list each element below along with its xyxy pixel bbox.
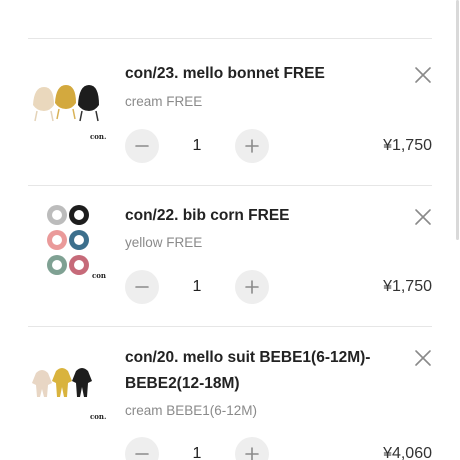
plus-icon: [245, 280, 259, 294]
divider: [28, 326, 432, 327]
item-variant: cream BEBE1(6-12M): [125, 403, 258, 418]
quantity-value: 1: [192, 278, 202, 295]
item-price: ¥1,750: [383, 278, 432, 295]
product-thumbnail[interactable]: con.: [28, 81, 106, 163]
quantity-stepper: 1: [125, 129, 271, 163]
decrease-quantity-button[interactable]: [125, 129, 159, 163]
close-icon: [415, 67, 431, 83]
product-thumbnail[interactable]: con.: [28, 355, 106, 437]
increase-quantity-button[interactable]: [235, 437, 269, 460]
item-title[interactable]: con/23. mello bonnet FREE: [125, 61, 395, 87]
minus-icon: [135, 453, 149, 455]
product-thumbnail[interactable]: con.: [28, 202, 106, 284]
remove-item-button[interactable]: [413, 65, 433, 85]
brand-mark: con.: [92, 271, 106, 280]
quantity-stepper: 1: [125, 437, 271, 460]
suit-cream: [32, 370, 52, 397]
item-title[interactable]: con/20. mello suit BEBE1(6-12M)-BEBE2(12…: [125, 345, 395, 397]
remove-item-button[interactable]: [413, 207, 433, 227]
item-variant: cream FREE: [125, 94, 203, 109]
bonnet-black: [78, 85, 99, 122]
suit-yellow: [52, 368, 72, 397]
cart-page: con. con/23. mello bonnet FREE cream FRE…: [0, 0, 460, 460]
increase-quantity-button[interactable]: [235, 270, 269, 304]
bib-grid: [47, 205, 89, 275]
item-title[interactable]: con/22. bib corn FREE: [125, 203, 395, 229]
bonnet-cream: [33, 87, 54, 122]
item-price: ¥4,060: [383, 445, 432, 460]
close-icon: [415, 350, 431, 366]
bonnet-yellow: [55, 85, 76, 120]
quantity-value: 1: [192, 137, 202, 154]
divider: [28, 38, 432, 39]
minus-icon: [135, 286, 149, 288]
remove-item-button[interactable]: [413, 348, 433, 368]
quantity-value: 1: [192, 445, 202, 460]
plus-icon: [245, 447, 259, 460]
plus-icon: [245, 139, 259, 153]
suit-black: [72, 368, 92, 397]
decrease-quantity-button[interactable]: [125, 437, 159, 460]
brand-mark: con.: [90, 132, 106, 141]
scrollbar[interactable]: [456, 0, 459, 240]
minus-icon: [135, 145, 149, 147]
brand-mark: con.: [90, 412, 106, 421]
quantity-stepper: 1: [125, 270, 271, 304]
item-price: ¥1,750: [383, 137, 432, 154]
divider: [28, 185, 432, 186]
item-variant: yellow FREE: [125, 235, 203, 250]
increase-quantity-button[interactable]: [235, 129, 269, 163]
decrease-quantity-button[interactable]: [125, 270, 159, 304]
close-icon: [415, 209, 431, 225]
